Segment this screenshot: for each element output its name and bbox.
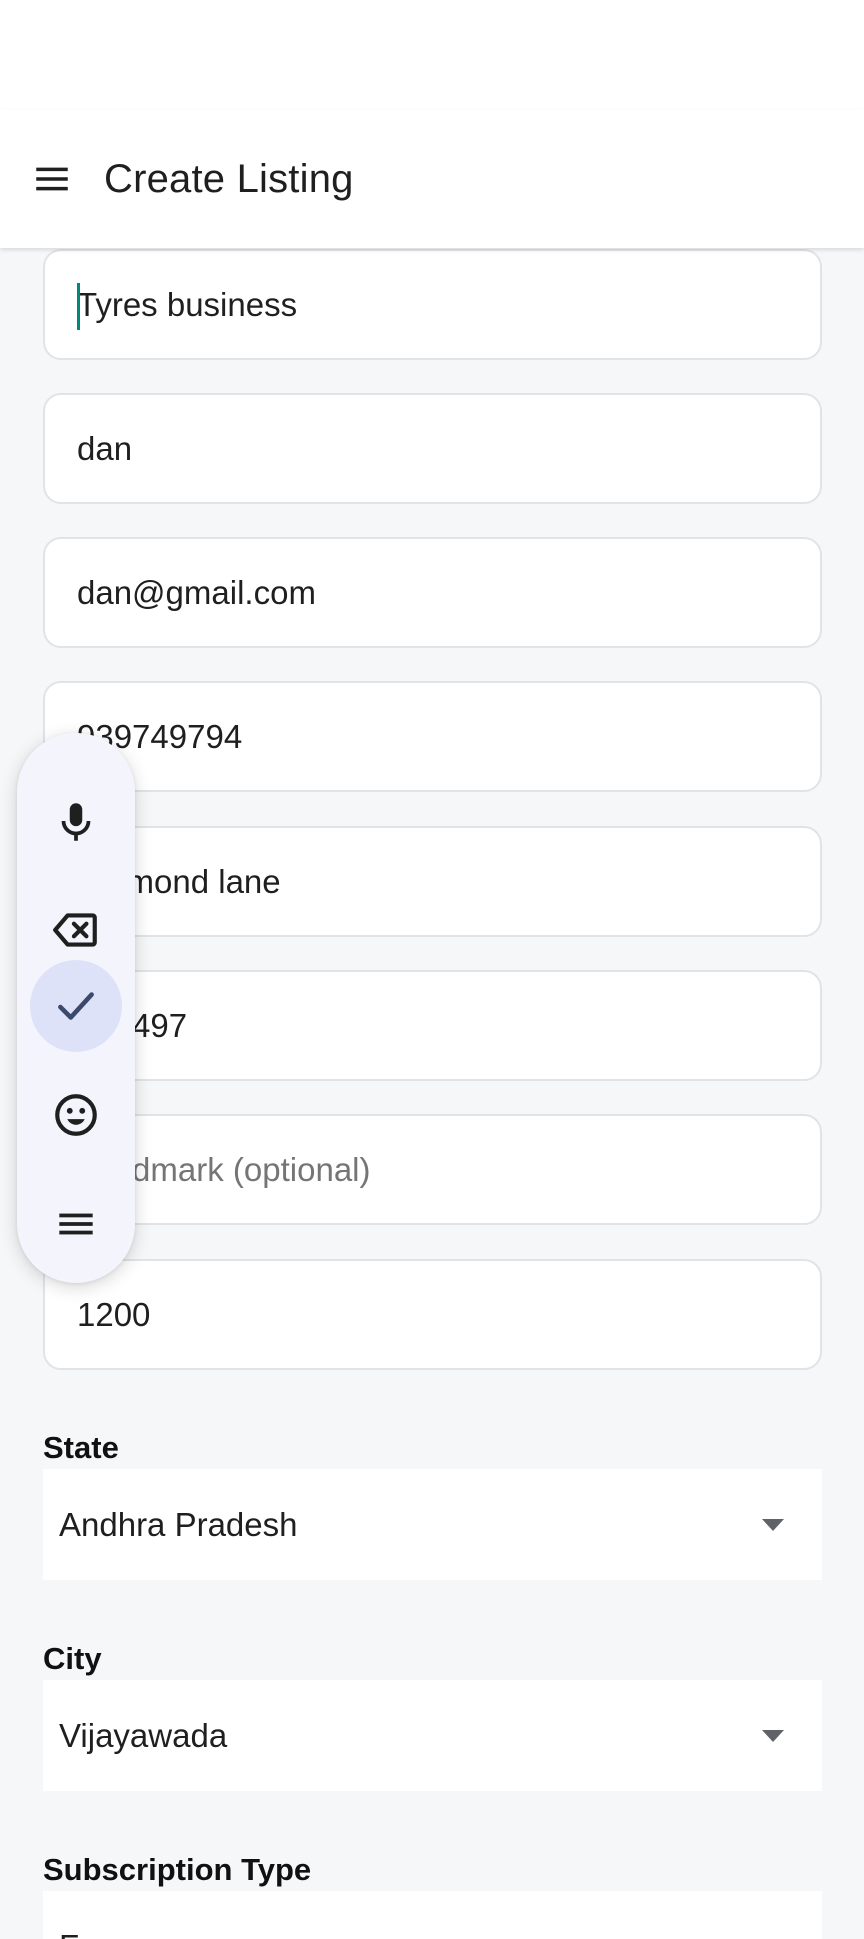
price-value: 1200 bbox=[77, 1295, 151, 1333]
phone-field[interactable]: 939749794 bbox=[43, 681, 822, 792]
keyboard-menu-button[interactable] bbox=[30, 1178, 122, 1270]
done-button[interactable] bbox=[30, 960, 122, 1052]
landmark-field[interactable]: Landmark (optional) bbox=[43, 1114, 822, 1225]
business-name-field[interactable]: Tyres business bbox=[43, 249, 822, 360]
business-name-value: Tyres business bbox=[77, 285, 298, 323]
dropdown-arrow-icon bbox=[762, 1729, 784, 1742]
dropdown-arrow-icon bbox=[762, 1518, 784, 1531]
subscription-type-value: Free bbox=[59, 1928, 127, 1939]
voice-input-button[interactable] bbox=[30, 776, 122, 868]
hamburger-menu-icon bbox=[36, 167, 68, 191]
city-label: City bbox=[43, 1641, 102, 1676]
app-bar: Create Listing bbox=[0, 110, 864, 248]
state-value: Andhra Pradesh bbox=[59, 1505, 298, 1543]
city-select[interactable]: Vijayawada bbox=[43, 1680, 822, 1791]
contact-name-field[interactable]: dan bbox=[43, 393, 822, 504]
price-field[interactable]: 1200 bbox=[43, 1259, 822, 1370]
backspace-icon bbox=[53, 913, 97, 947]
address-field[interactable]: Diamond lane bbox=[43, 826, 822, 937]
emoji-icon bbox=[55, 1094, 97, 1136]
email-value: dan@gmail.com bbox=[77, 573, 316, 611]
subscription-type-label: Subscription Type bbox=[43, 1852, 312, 1887]
city-value: Vijayawada bbox=[59, 1716, 228, 1754]
hamburger-menu-button[interactable] bbox=[0, 110, 104, 248]
state-select[interactable]: Andhra Pradesh bbox=[43, 1469, 822, 1580]
contact-name-value: dan bbox=[77, 429, 133, 467]
emoji-button[interactable] bbox=[30, 1069, 122, 1161]
microphone-icon bbox=[61, 803, 91, 841]
text-cursor bbox=[77, 283, 80, 330]
checkmark-icon bbox=[58, 992, 94, 1020]
page-title: Create Listing bbox=[104, 156, 354, 201]
subscription-type-select[interactable]: Free bbox=[43, 1891, 822, 1939]
email-field[interactable]: dan@gmail.com bbox=[43, 537, 822, 648]
pincode-field[interactable]: 533497 bbox=[43, 970, 822, 1081]
keyboard-floating-toolbar bbox=[17, 733, 135, 1283]
state-label: State bbox=[43, 1430, 119, 1465]
status-bar bbox=[0, 0, 864, 110]
menu-lines-icon bbox=[59, 1213, 93, 1235]
